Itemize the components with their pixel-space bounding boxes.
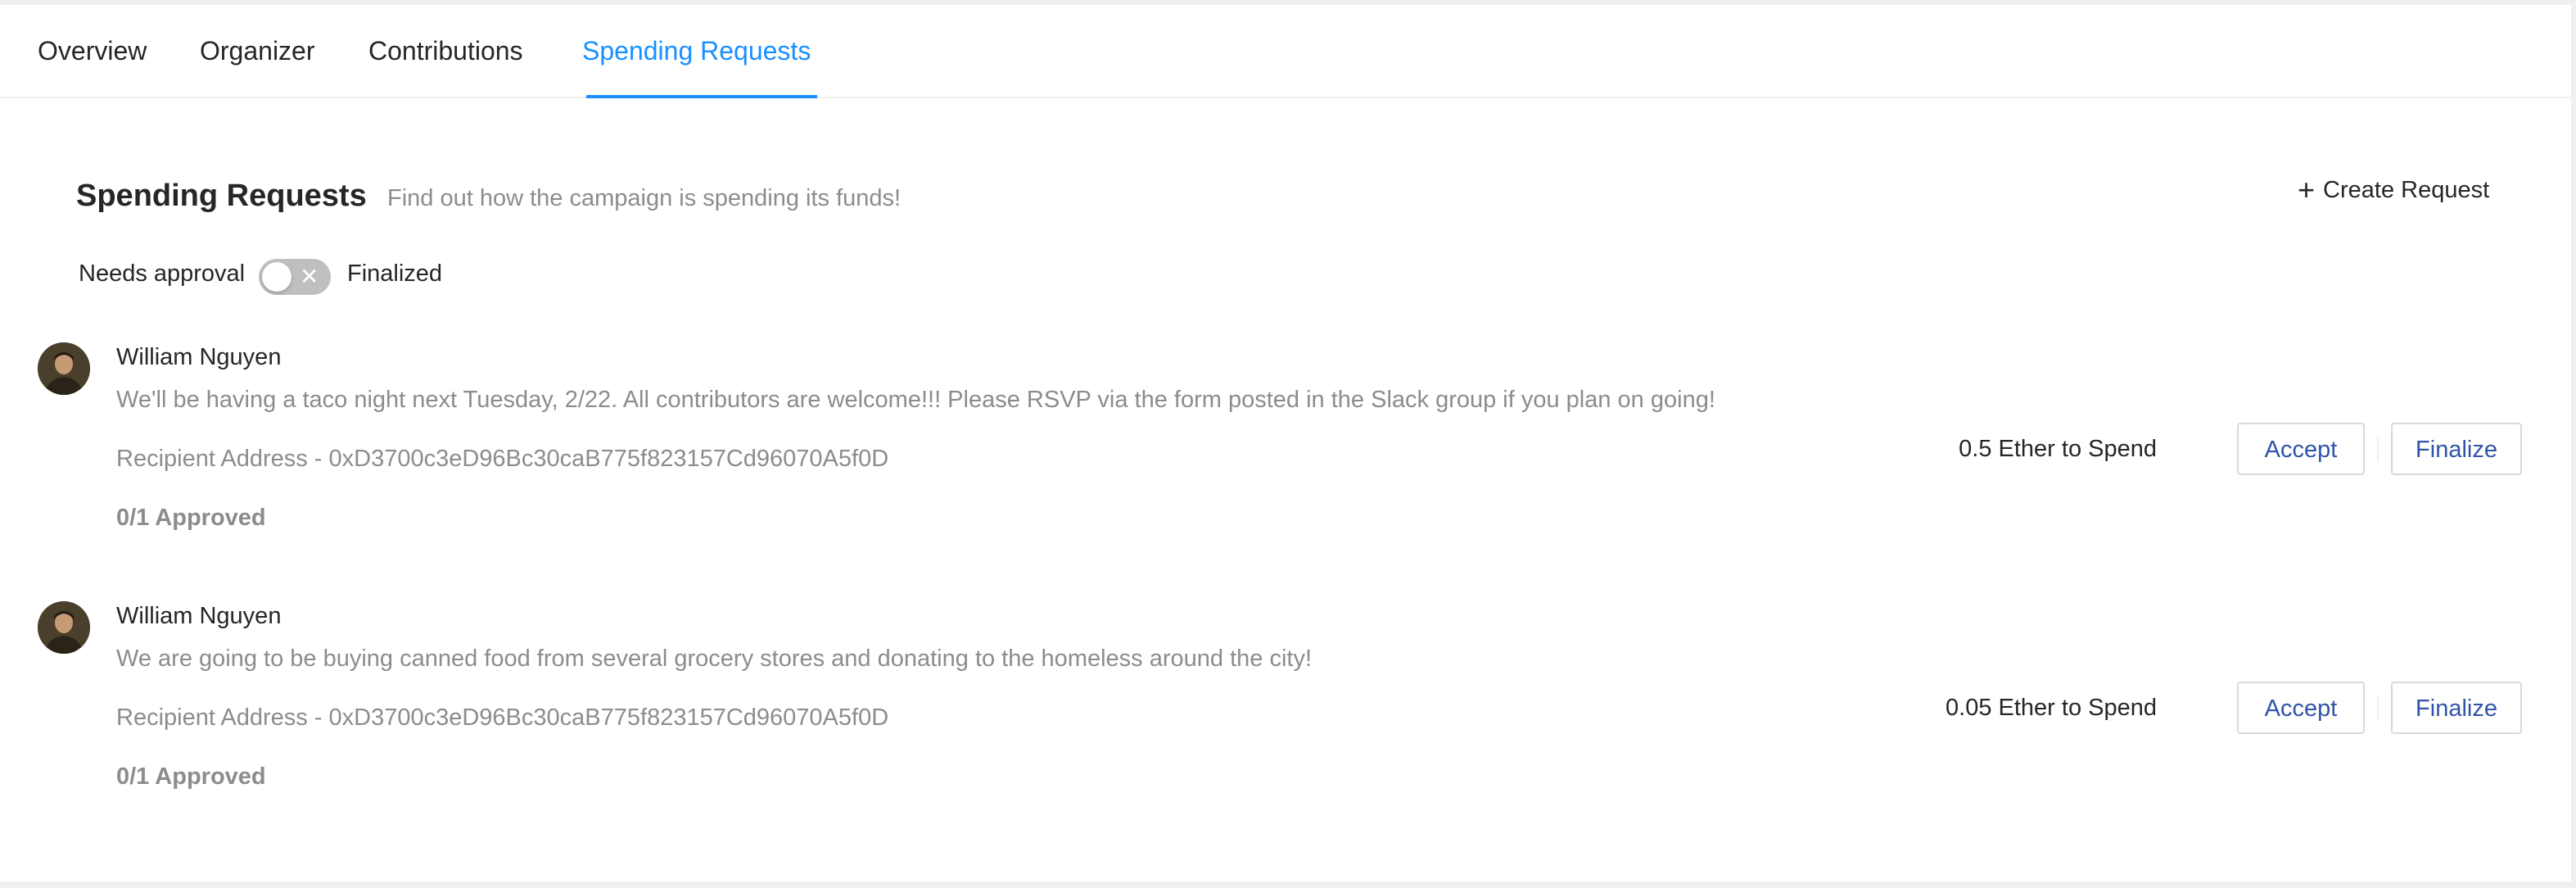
- button-divider: [2377, 696, 2379, 721]
- create-request-label: Create Request: [2323, 177, 2490, 203]
- create-request-button[interactable]: + Create Request: [2298, 174, 2489, 206]
- avatar: [38, 342, 90, 395]
- tab-organizer[interactable]: Organizer: [200, 34, 315, 67]
- page-frame: Overview Organizer Contributions Spendin…: [0, 5, 2571, 881]
- recipient-address: Recipient Address - 0xD3700c3eD96Bc30caB…: [116, 705, 889, 731]
- accept-button[interactable]: Accept: [2237, 423, 2365, 475]
- plus-icon: +: [2298, 173, 2316, 206]
- button-divider: [2377, 437, 2379, 462]
- recipient-address: Recipient Address - 0xD3700c3eD96Bc30caB…: [116, 446, 889, 472]
- approval-count: 0/1 Approved: [116, 763, 266, 790]
- tab-contributions[interactable]: Contributions: [368, 34, 523, 67]
- page-title: Spending Requests: [76, 179, 367, 213]
- spend-amount: 0.05 Ether to Spend: [1946, 695, 2157, 721]
- tab-spending-requests[interactable]: Spending Requests: [582, 34, 811, 67]
- active-tab-indicator: [586, 95, 817, 98]
- avatar: [38, 601, 90, 654]
- needs-approval-label: Needs approval: [79, 261, 246, 287]
- accept-button[interactable]: Accept: [2237, 682, 2365, 734]
- page-subtitle: Find out how the campaign is spending it…: [387, 185, 902, 211]
- approval-count: 0/1 Approved: [116, 505, 266, 531]
- finalized-label: Finalized: [347, 261, 443, 287]
- request-item: William Nguyen We'll be having a taco ni…: [0, 342, 2571, 572]
- finalized-toggle[interactable]: ✕: [259, 259, 331, 295]
- finalize-button[interactable]: Finalize: [2391, 423, 2522, 475]
- tab-bar: Overview Organizer Contributions Spendin…: [0, 5, 2571, 98]
- toggle-knob: [262, 262, 291, 292]
- request-item: William Nguyen We are going to be buying…: [0, 601, 2571, 831]
- request-author: William Nguyen: [116, 344, 282, 370]
- request-description: We are going to be buying canned food fr…: [116, 646, 1313, 672]
- request-description: We'll be having a taco night next Tuesda…: [116, 387, 1715, 413]
- close-icon: ✕: [300, 264, 319, 289]
- spend-amount: 0.5 Ether to Spend: [1959, 436, 2157, 462]
- tab-overview[interactable]: Overview: [38, 34, 147, 67]
- finalize-button[interactable]: Finalize: [2391, 682, 2522, 734]
- request-author: William Nguyen: [116, 603, 282, 629]
